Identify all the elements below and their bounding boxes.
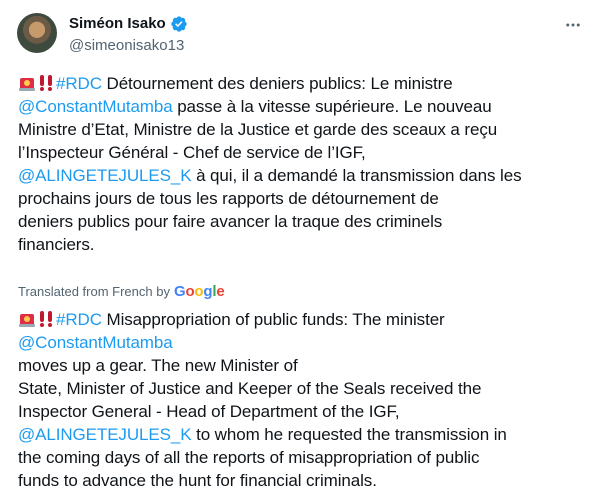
tweet: Siméon Isako @simeonisako13 #RDC Détourn… (0, 0, 598, 490)
police-light-icon (19, 314, 35, 327)
tweet-text-translated: #RDC Misappropriation of public funds: T… (18, 308, 583, 492)
mention-link[interactable]: @ALINGETEJULES_K (18, 166, 192, 185)
tweet-text-original: #RDC Détournement des deniers publics: L… (18, 72, 583, 256)
google-logo: Google (173, 283, 225, 300)
avatar[interactable] (17, 13, 57, 53)
double-exclamation-icon (40, 75, 52, 91)
police-light-icon (19, 78, 35, 91)
hashtag-link[interactable]: #RDC (56, 74, 102, 93)
translation-label: Translated from French by (18, 284, 170, 299)
hashtag-link[interactable]: #RDC (56, 310, 102, 329)
verified-badge-icon (171, 16, 187, 32)
translated-text-2: moves up a gear. The new Minister of Sta… (18, 356, 482, 421)
mention-link[interactable]: @ConstantMutamba (18, 333, 173, 352)
translation-attribution[interactable]: Translated from French by Google (18, 283, 225, 300)
name-row: Siméon Isako (69, 14, 586, 34)
author-handle[interactable]: @simeonisako13 (69, 36, 586, 56)
double-exclamation-icon (40, 311, 52, 327)
author-name[interactable]: Siméon Isako (69, 14, 166, 34)
mention-link[interactable]: @ALINGETEJULES_K (18, 425, 192, 444)
tweet-header: Siméon Isako @simeonisako13 (69, 14, 586, 58)
translated-text-1: Misappropriation of public funds: The mi… (106, 310, 445, 329)
original-text-1: Détournement des deniers publics: Le min… (106, 74, 453, 93)
mention-link[interactable]: @ConstantMutamba (18, 97, 173, 116)
more-icon[interactable] (562, 14, 584, 36)
